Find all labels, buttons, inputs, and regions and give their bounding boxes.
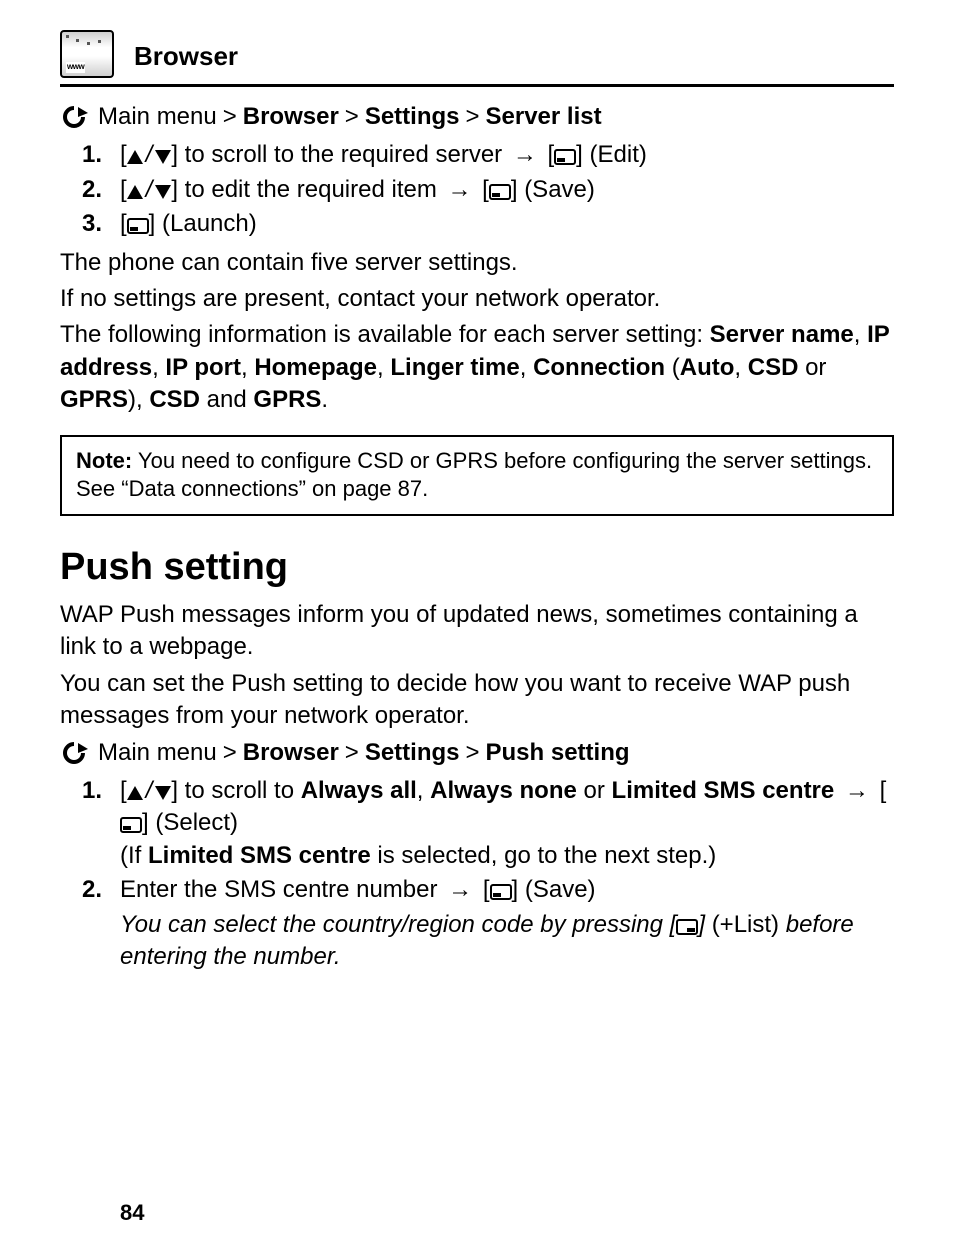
step-2: 2. Enter the SMS centre number → [] (Sav… [76,874,894,973]
header-rule [60,84,894,87]
arrow-right-icon: → [448,874,472,906]
steps-push-setting: 1. [/] to scroll to Always all, Always n… [76,775,894,973]
down-key-icon [155,185,171,199]
paragraph: If no settings are present, contact your… [60,283,894,315]
step-1: 1. [/] to scroll to the required server … [76,139,894,171]
breadcrumb-push-setting: Main menu > Browser > Settings > Push se… [60,737,894,769]
down-key-icon [155,786,171,800]
up-key-icon [127,185,143,199]
up-key-icon [127,150,143,164]
paragraph: You can set the Push setting to decide h… [60,668,894,733]
paragraph: WAP Push messages inform you of updated … [60,599,894,664]
page-number: 84 [120,1198,144,1228]
softkey-left-icon [120,817,142,833]
page-title: Browser [134,39,238,78]
arrow-right-icon: → [845,775,869,807]
paragraph: The following information is available f… [60,319,894,416]
steps-server-list: 1. [/] to scroll to the required server … [76,139,894,240]
softkey-left-icon [490,884,512,900]
arrow-right-icon: → [513,139,537,171]
slash-icon: / [146,777,153,804]
paragraph: The phone can contain five server settin… [60,247,894,279]
softkey-left-icon [554,149,576,165]
navigate-icon [60,741,88,765]
navigate-icon [60,105,88,129]
section-heading: Push setting [60,542,894,593]
slash-icon: / [146,176,153,203]
step-note: You can select the country/region code b… [120,909,894,974]
up-key-icon [127,786,143,800]
step-2: 2. [/] to edit the required item → [] (S… [76,174,894,206]
browser-www-icon: www [60,30,114,78]
slash-icon: / [146,141,153,168]
step-3: 3. [] (Launch) [76,208,894,240]
softkey-left-icon [127,218,149,234]
down-key-icon [155,150,171,164]
softkey-left-icon [489,184,511,200]
softkey-right-icon [676,919,698,935]
breadcrumb-server-list: Main menu > Browser > Settings > Server … [60,101,894,133]
arrow-right-icon: → [448,174,472,206]
note-box: Note: You need to configure CSD or GPRS … [60,435,894,516]
step-1: 1. [/] to scroll to Always all, Always n… [76,775,894,872]
